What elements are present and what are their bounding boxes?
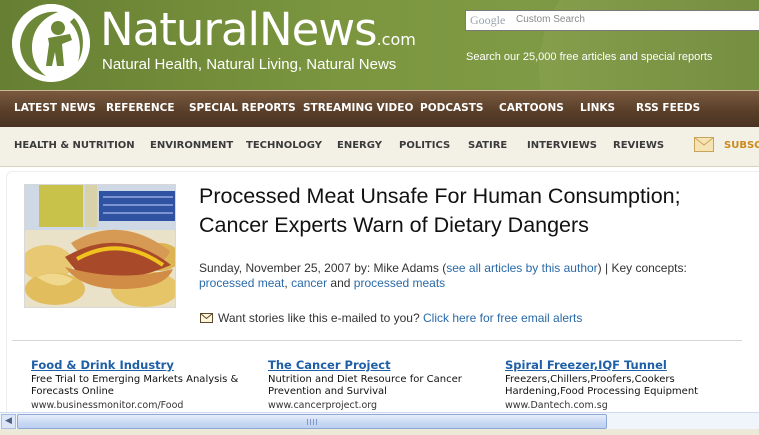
nav-latest-news[interactable]: LATEST NEWS (14, 102, 96, 114)
nav-cartoons[interactable]: CARTOONS (499, 102, 564, 114)
scrollbar-thumb[interactable] (17, 414, 607, 429)
ad-title-link[interactable]: The Cancer Project (268, 358, 508, 372)
nav-health-nutrition[interactable]: HEALTH & NUTRITION (14, 140, 135, 151)
nav-streaming-video[interactable]: STREAMING VIDEO (303, 102, 413, 114)
envelope-icon (200, 313, 213, 323)
concept-link-processed-meats[interactable]: processed meats (354, 276, 445, 290)
secondary-nav: HEALTH & NUTRITION ENVIRONMENT TECHNOLOG… (0, 127, 759, 167)
nav-satire[interactable]: SATIRE (468, 140, 507, 151)
brand[interactable]: NaturalNews.com (100, 4, 416, 56)
nav-special-reports[interactable]: SPECIAL REPORTS (189, 102, 296, 114)
site-header: NaturalNews.com Natural Health, Natural … (0, 0, 759, 90)
primary-nav: LATEST NEWS REFERENCE SPECIAL REPORTS ST… (0, 90, 759, 127)
search-note: Search our 25,000 free articles and spec… (466, 51, 713, 63)
ad-description: Free Trial to Emerging Markets Analysis … (31, 374, 239, 397)
ad-description: Freezers,Chillers,Proofers,Cookers Harde… (505, 374, 699, 397)
brand-name: NaturalNews (100, 3, 378, 56)
ad-url[interactable]: www.cancerproject.org (268, 400, 508, 411)
see-all-articles-link[interactable]: see all articles by this author (446, 261, 597, 275)
email-alerts-link[interactable]: Click here for free email alerts (423, 311, 582, 325)
article-headline: Processed Meat Unsafe For Human Consumpt… (199, 184, 681, 237)
arrow-left-icon[interactable]: ◀ (1, 414, 16, 429)
page: NaturalNews.com Natural Health, Natural … (0, 0, 759, 435)
nav-interviews[interactable]: INTERVIEWS (527, 140, 597, 151)
ad-block: The Cancer Project Nutrition and Diet Re… (268, 358, 508, 411)
grip-icon (307, 419, 317, 425)
ad-title-link[interactable]: Food & Drink Industry (31, 358, 271, 372)
nav-reviews[interactable]: REVIEWS (613, 140, 664, 151)
nav-politics[interactable]: POLITICS (399, 140, 450, 151)
concept-separator: and (327, 276, 354, 290)
subscribe-link[interactable]: SUBSC (724, 140, 759, 151)
ad-description: Nutrition and Diet Resource for Cancer P… (268, 374, 462, 397)
divider (12, 340, 742, 341)
google-logo: Google (470, 13, 506, 27)
nav-energy[interactable]: ENERGY (337, 140, 382, 151)
nav-links[interactable]: LINKS (580, 102, 615, 114)
nav-reference[interactable]: REFERENCE (106, 102, 175, 114)
nav-podcasts[interactable]: PODCASTS (420, 102, 483, 114)
custom-search-input[interactable]: Google Custom Search (465, 10, 759, 31)
site-logo-icon[interactable] (12, 4, 90, 82)
window-frame-bottom (0, 429, 759, 435)
email-alert-line: Want stories like this e-mailed to you? … (200, 311, 582, 325)
key-concepts-label: ) | Key concepts: (597, 261, 687, 275)
ad-url[interactable]: www.businessmonitor.com/Food (31, 400, 271, 411)
article-date-byline: Sunday, November 25, 2007 by: Mike Adams… (199, 261, 447, 275)
email-prompt: Want stories like this e-mailed to you? (218, 311, 420, 325)
tagline: Natural Health, Natural Living, Natural … (102, 56, 397, 73)
article-photo[interactable] (24, 184, 176, 308)
search-placeholder: Custom Search (516, 14, 585, 25)
ad-url[interactable]: www.Dantech.com.sg (505, 400, 755, 411)
subscribe-envelope-icon[interactable] (694, 137, 714, 152)
concept-link-cancer[interactable]: cancer (291, 276, 327, 290)
article-meta: Sunday, November 25, 2007 by: Mike Adams… (199, 261, 739, 291)
horizontal-scrollbar[interactable]: ◀ (0, 412, 759, 430)
ad-title-link[interactable]: Spiral Freezer,IQF Tunnel (505, 358, 755, 372)
ad-block: Spiral Freezer,IQF Tunnel Freezers,Chill… (505, 358, 755, 411)
nav-rss-feeds[interactable]: RSS FEEDS (636, 102, 700, 114)
nav-environment[interactable]: ENVIRONMENT (150, 140, 233, 151)
nav-technology[interactable]: TECHNOLOGY (246, 140, 322, 151)
ad-block: Food & Drink Industry Free Trial to Emer… (31, 358, 271, 411)
brand-suffix: .com (376, 30, 416, 49)
concept-link-processed-meat[interactable]: processed meat (199, 276, 284, 290)
